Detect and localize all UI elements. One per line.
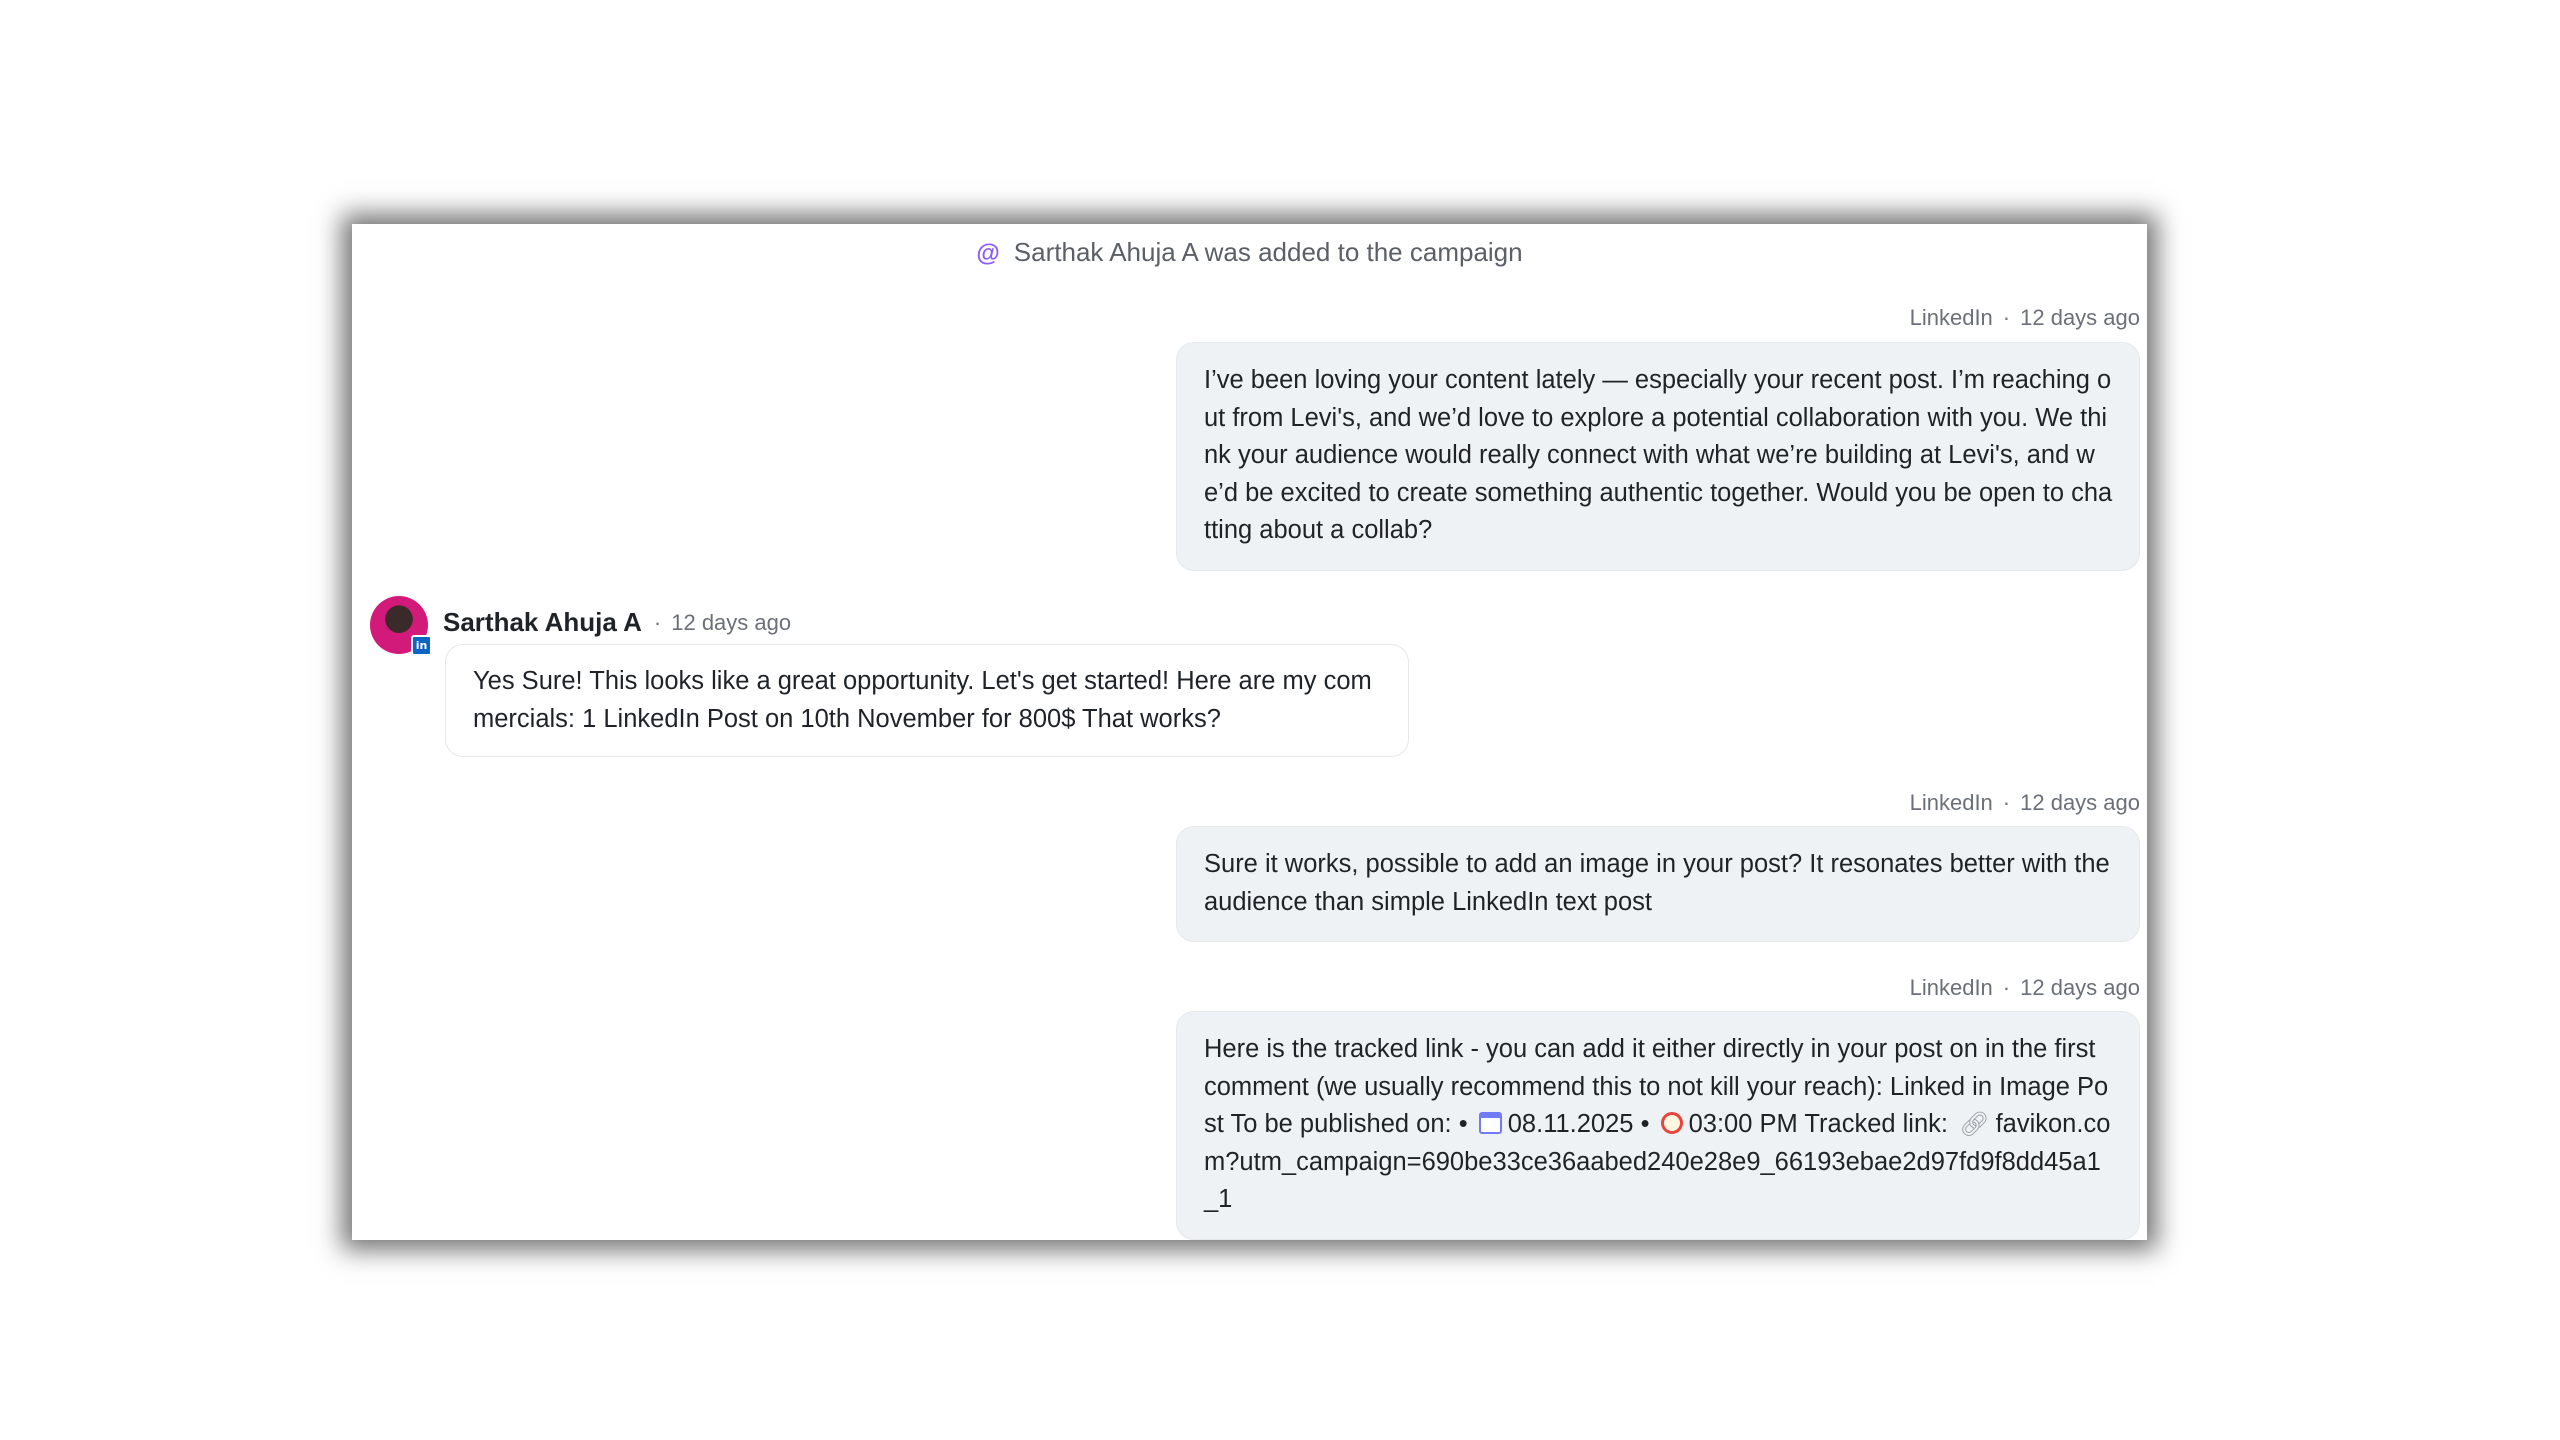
message-meta: LinkedIn · 12 days ago <box>1910 789 2140 817</box>
alarm-clock-icon <box>1660 1112 1683 1134</box>
message-meta: LinkedIn · 12 days ago <box>1910 974 2140 1002</box>
at-icon: @ <box>976 240 1000 267</box>
message-text: I’ve been loving your content lately — e… <box>1204 366 2113 544</box>
outgoing-message-bubble[interactable]: I’ve been loving your content lately — e… <box>1176 342 2140 571</box>
message-time: 12 days ago <box>671 610 792 635</box>
linkedin-badge-icon: in <box>411 635 432 656</box>
message-time: 12 days ago <box>2020 975 2140 1000</box>
message-text: Yes Sure! This looks like a great opport… <box>473 667 1372 733</box>
link-icon: 🔗︎ <box>1959 1111 1990 1138</box>
campaign-added-notice: @ Sarthak Ahuja A was added to the campai… <box>352 236 2147 270</box>
incoming-message-bubble[interactable]: Yes Sure! This looks like a great opport… <box>445 644 1409 757</box>
meta-separator: · <box>2002 790 2011 815</box>
channel-label: LinkedIn <box>1909 305 1993 330</box>
message-text: Sure it works, possible to add an image … <box>1204 850 2110 916</box>
publish-time: 03:00 PM <box>1688 1110 1798 1138</box>
avatar[interactable]: in <box>370 596 432 656</box>
tracked-link-label: Tracked link: <box>1804 1110 1948 1138</box>
meta-separator: · <box>653 610 662 635</box>
bullet: • <box>1640 1110 1650 1138</box>
sender-name[interactable]: Sarthak Ahuja A <box>443 607 642 638</box>
outgoing-message-bubble[interactable]: Sure it works, possible to add an image … <box>1176 826 2140 942</box>
sender-meta: · 12 days ago <box>654 610 791 636</box>
message-time: 12 days ago <box>2020 790 2140 815</box>
meta-separator: · <box>2002 975 2011 1000</box>
channel-label: LinkedIn <box>1909 975 1993 1000</box>
meta-separator: · <box>2002 305 2011 330</box>
publish-date: 08.11.2025 <box>1507 1110 1634 1138</box>
message-meta: LinkedIn · 12 days ago <box>1910 304 2140 332</box>
calendar-icon <box>1478 1112 1502 1134</box>
channel-label: LinkedIn <box>1909 790 1993 815</box>
outgoing-message-bubble[interactable]: Here is the tracked link - you can add i… <box>1176 1011 2140 1240</box>
conversation-panel: @ Sarthak Ahuja A was added to the campai… <box>352 224 2147 1240</box>
message-time: 12 days ago <box>2020 305 2140 330</box>
campaign-added-text: Sarthak Ahuja A was added to the campaig… <box>1013 237 1523 267</box>
